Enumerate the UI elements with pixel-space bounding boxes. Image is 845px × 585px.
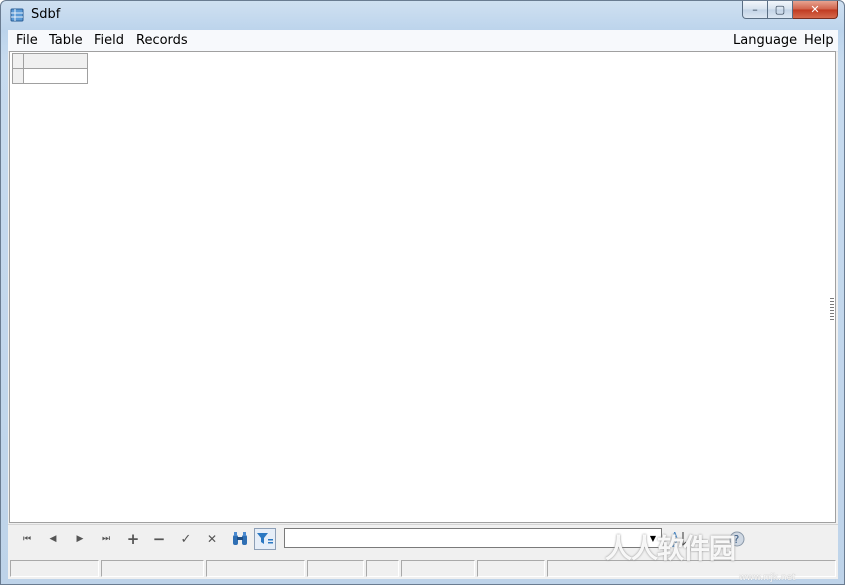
menu-table[interactable]: Table [49,33,83,48]
status-panel [10,560,99,577]
status-panel [366,560,399,577]
grid-cell[interactable] [23,68,88,84]
delete-record-icon: − [152,530,166,548]
minimize-icon: – [752,3,758,16]
menu-field[interactable]: Field [94,33,124,48]
last-record-icon: ⏭ [101,534,111,544]
caption-buttons: – ▢ ✕ [742,1,838,20]
menu-file[interactable]: File [16,33,38,48]
search-button[interactable] [229,528,251,550]
status-panel [401,560,475,577]
client-area: File Table Field Records Language Help ⏮ [8,30,838,579]
grid-row-indicator[interactable] [12,68,24,84]
maximize-button[interactable]: ▢ [768,1,793,19]
status-panel [477,560,545,577]
menu-help[interactable]: Help [804,33,834,48]
post-record-icon: ✓ [180,531,192,547]
database-app-icon [10,8,24,22]
post-record-button[interactable]: ✓ [175,528,197,550]
watermark-logo: 人人软件园 [605,534,736,565]
next-record-icon: ▶ [76,534,84,544]
grid-table [12,53,88,84]
filter-icon [257,533,273,544]
menu-records[interactable]: Records [136,33,188,48]
first-record-button[interactable]: ⏮ [16,528,38,550]
data-grid[interactable] [9,51,836,523]
next-record-button[interactable]: ▶ [69,528,91,550]
maximize-icon: ▢ [774,3,786,16]
title-bar[interactable]: Sdbf – ▢ ✕ [1,1,844,30]
minimize-button[interactable]: – [742,1,768,19]
status-panel [307,560,364,577]
close-button[interactable]: ✕ [793,1,838,19]
splitter-handle[interactable] [830,298,834,320]
menu-bar: File Table Field Records Language Help [8,30,838,52]
cancel-record-button[interactable]: ✕ [201,528,223,550]
insert-record-button[interactable]: + [122,528,144,550]
grid-corner [12,53,24,69]
status-panel [206,560,305,577]
grid-column-header[interactable] [23,53,88,69]
status-panel [101,560,204,577]
prior-record-icon: ◀ [49,534,57,544]
binoculars-icon [233,532,247,545]
prior-record-button[interactable]: ◀ [42,528,64,550]
menu-language[interactable]: Language [733,33,797,48]
first-record-icon: ⏮ [22,534,32,544]
app-window: Sdbf – ▢ ✕ File Table Field Records Lang… [0,0,845,585]
window-title: Sdbf [31,7,61,22]
close-icon: ✕ [810,3,820,16]
filter-button[interactable] [254,528,276,550]
watermark-url: www.rrjk.net [739,573,796,583]
last-record-button[interactable]: ⏭ [95,528,117,550]
insert-record-icon: + [126,530,140,548]
cancel-record-icon: ✕ [206,532,218,546]
delete-record-button[interactable]: − [148,528,170,550]
